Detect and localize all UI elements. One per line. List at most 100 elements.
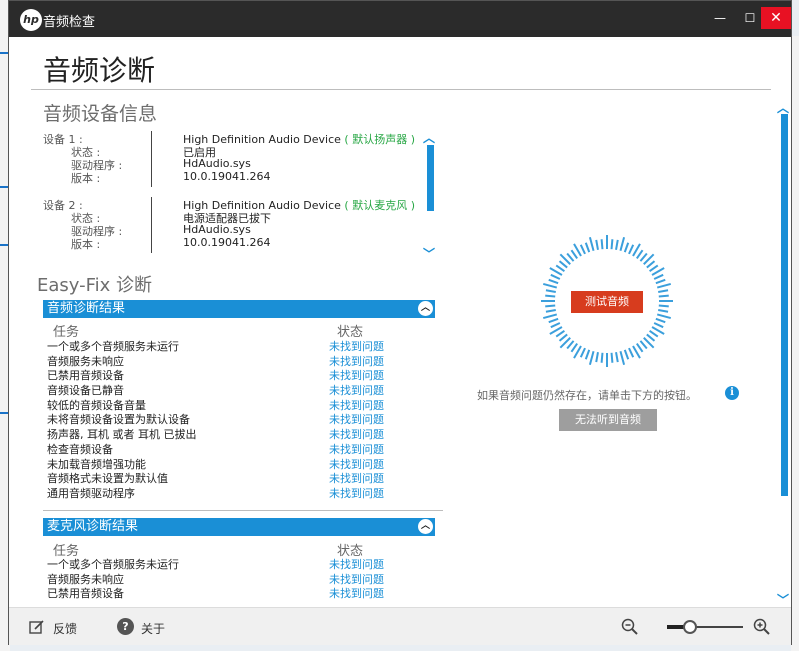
ring-tick bbox=[615, 239, 619, 250]
mic-results-title: 麦克风诊断结果 bbox=[47, 519, 139, 534]
task-text: 扬声器, 耳机 或者 耳机 已拔出 bbox=[47, 428, 197, 442]
device-scroll-down-icon[interactable]: ﹀ bbox=[423, 245, 435, 262]
result-row: 音频服务未响应 未找到问题 bbox=[47, 573, 427, 588]
status-link[interactable]: 未找到问题 bbox=[329, 573, 384, 588]
collapse-icon[interactable]: ︿ bbox=[418, 519, 433, 534]
ring-tick bbox=[658, 304, 669, 308]
info-icon[interactable]: i bbox=[725, 386, 739, 400]
ring-tick bbox=[570, 343, 578, 353]
task-text: 已禁用音频设备 bbox=[47, 369, 124, 383]
ring-tick bbox=[628, 347, 635, 358]
ring-tick bbox=[600, 352, 604, 363]
status-link[interactable]: 未找到问题 bbox=[329, 369, 384, 384]
ring-tick bbox=[623, 349, 630, 360]
task-text: 未将音频设备设置为默认设备 bbox=[47, 413, 190, 427]
window-title: 音频检查 bbox=[43, 15, 96, 30]
ring-tick bbox=[545, 309, 556, 313]
task-text: 一个或多个音频服务未运行 bbox=[47, 558, 179, 571]
status-link[interactable]: 未找到问题 bbox=[329, 384, 384, 399]
status-link[interactable]: 未找到问题 bbox=[329, 399, 384, 414]
ring-tick bbox=[636, 343, 644, 353]
status-link[interactable]: 未找到问题 bbox=[329, 487, 384, 502]
cant-hear-audio-button[interactable]: 无法听到音频 bbox=[559, 409, 657, 431]
ring-tick bbox=[595, 352, 599, 363]
ring-tick bbox=[646, 260, 656, 269]
device-version: 10.0.19041.264 bbox=[183, 236, 271, 249]
status-link[interactable]: 未找到问题 bbox=[329, 458, 384, 473]
device-entry: 设备 2 : 状态 : 驱动程序 : 版本 : High Definition … bbox=[43, 197, 415, 263]
ring-tick bbox=[628, 244, 635, 255]
status-column-header: 状态 bbox=[337, 325, 364, 340]
status-link[interactable]: 未找到问题 bbox=[329, 428, 384, 443]
ring-tick bbox=[545, 289, 556, 293]
device-entry: 设备 1 : 状态 : 驱动程序 : 版本 : High Definition … bbox=[43, 131, 415, 197]
version-label: 版本 : bbox=[71, 238, 101, 251]
status-link[interactable]: 未找到问题 bbox=[329, 558, 384, 573]
status-link[interactable]: 未找到问题 bbox=[329, 587, 384, 602]
close-button[interactable]: ✕ bbox=[761, 7, 791, 29]
zoom-slider-handle[interactable] bbox=[682, 620, 697, 634]
task-text: 音频格式未设置为默认值 bbox=[47, 472, 168, 486]
ring-tick bbox=[653, 322, 664, 329]
ring-tick bbox=[615, 352, 619, 363]
audio-results-header[interactable]: 音频诊断结果 ︿ bbox=[43, 300, 435, 318]
ring-tick bbox=[542, 282, 558, 289]
device-driver: HdAudio.sys bbox=[183, 223, 251, 236]
ring-tick bbox=[579, 244, 586, 255]
device-scrollbar-thumb[interactable] bbox=[427, 145, 434, 211]
title-bar[interactable]: hp 音频检查 — ☐ ✕ bbox=[9, 1, 791, 37]
device-scroll-up-icon[interactable]: ︿ bbox=[423, 129, 435, 146]
ring-tick bbox=[646, 333, 656, 342]
ring-tick bbox=[558, 333, 568, 342]
help-icon[interactable]: ? bbox=[117, 618, 134, 635]
result-row: 一个或多个音频服务未运行 未找到问题 bbox=[47, 558, 427, 573]
ring-tick bbox=[588, 236, 595, 252]
easyfix-heading: Easy-Fix 诊断 bbox=[37, 275, 153, 296]
minimize-button[interactable]: — bbox=[707, 7, 733, 29]
zoom-in-icon[interactable] bbox=[753, 618, 771, 636]
ring-tick bbox=[545, 294, 556, 298]
task-column-header: 任务 bbox=[53, 544, 80, 559]
ring-tick bbox=[649, 264, 659, 272]
maximize-button[interactable]: ☐ bbox=[737, 7, 763, 29]
ring-tick bbox=[610, 352, 614, 363]
status-link[interactable]: 未找到问题 bbox=[329, 355, 384, 370]
about-link[interactable]: 关于 bbox=[141, 620, 165, 637]
ring-tick bbox=[548, 317, 559, 324]
ring-tick bbox=[566, 252, 575, 262]
ring-tick bbox=[619, 236, 626, 252]
feedback-icon[interactable] bbox=[29, 619, 45, 635]
status-link[interactable]: 未找到问题 bbox=[329, 472, 384, 487]
ring-tick bbox=[619, 350, 626, 366]
result-row: 已禁用音频设备 未找到问题 bbox=[47, 587, 427, 602]
result-row: 较低的音频设备音量 未找到问题 bbox=[47, 399, 427, 414]
result-row: 音频格式未设置为默认值 未找到问题 bbox=[47, 472, 427, 487]
status-link[interactable]: 未找到问题 bbox=[329, 340, 384, 355]
mic-results-header[interactable]: 麦克风诊断结果 ︿ bbox=[43, 518, 435, 536]
default-speaker-tag: ( 默认扬声器 ) bbox=[344, 133, 415, 146]
feedback-link[interactable]: 反馈 bbox=[53, 620, 77, 637]
ring-tick bbox=[600, 239, 604, 250]
device-divider bbox=[151, 131, 152, 187]
status-link[interactable]: 未找到问题 bbox=[329, 443, 384, 458]
audio-results-list: 一个或多个音频服务未运行 未找到问题 音频服务未响应 未找到问题 已禁用音频设备 未找到问… bbox=[47, 340, 427, 502]
task-column-header: 任务 bbox=[53, 325, 80, 340]
section-divider bbox=[43, 510, 443, 511]
status-link[interactable]: 未找到问题 bbox=[329, 413, 384, 428]
ring-tick bbox=[610, 239, 614, 250]
zoom-out-icon[interactable] bbox=[621, 618, 639, 636]
result-row: 检查音频设备 未找到问题 bbox=[47, 443, 427, 458]
hp-logo: hp bbox=[20, 9, 42, 31]
task-text: 较低的音频设备音量 bbox=[47, 398, 146, 412]
status-column-header: 状态 bbox=[337, 544, 364, 559]
test-audio-button[interactable]: 测试音频 bbox=[571, 291, 643, 313]
device-info-heading: 音频设备信息 bbox=[43, 103, 158, 125]
page-scroll-down-icon[interactable]: ﹀ bbox=[777, 591, 789, 608]
device-list: 设备 1 : 状态 : 驱动程序 : 版本 : High Definition … bbox=[43, 131, 415, 263]
desktop-background-right bbox=[791, 36, 799, 651]
audio-results-title: 音频诊断结果 bbox=[47, 301, 126, 316]
page-scrollbar-thumb[interactable] bbox=[781, 114, 788, 496]
collapse-icon[interactable]: ︿ bbox=[418, 301, 433, 316]
device-name: High Definition Audio Device ( 默认扬声器 ) bbox=[183, 133, 415, 146]
task-text: 一个或多个音频服务未运行 bbox=[47, 340, 179, 353]
